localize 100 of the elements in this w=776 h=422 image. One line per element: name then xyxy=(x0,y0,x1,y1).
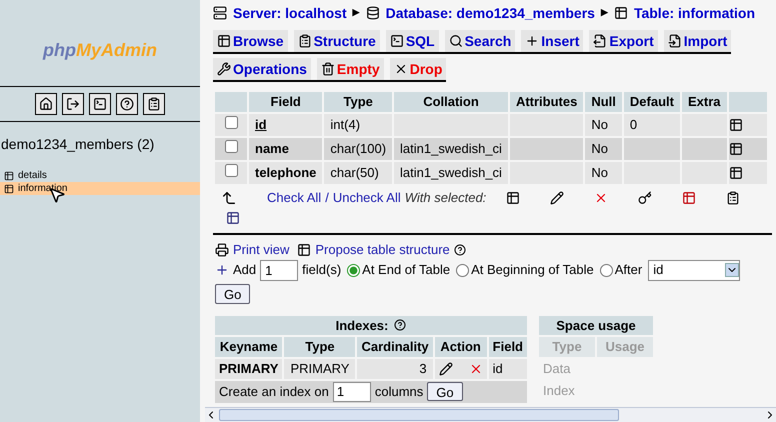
tab[interactable]: Operations xyxy=(213,58,311,80)
column-header: Usage xyxy=(597,337,653,356)
add-label: Add xyxy=(233,261,256,280)
field-count-input[interactable]: 1 xyxy=(260,260,298,280)
tab[interactable]: Structure xyxy=(294,30,380,52)
edit-icon xyxy=(550,191,564,205)
breadcrumb-link[interactable]: Table: information xyxy=(634,2,756,24)
position-radio[interactable] xyxy=(600,264,613,276)
help-icon xyxy=(454,244,466,256)
help-icon[interactable] xyxy=(116,93,138,115)
database-icon xyxy=(366,6,380,20)
tab[interactable]: Drop xyxy=(390,58,446,80)
table-cell-text: char(50) xyxy=(329,164,380,182)
dropdown-icon xyxy=(725,263,740,277)
check-all-link[interactable]: Check All xyxy=(267,188,322,208)
column-header: Default xyxy=(624,92,680,112)
home-icon[interactable] xyxy=(35,93,57,115)
tab[interactable]: SQL xyxy=(386,30,439,52)
row-checkbox[interactable] xyxy=(224,164,238,178)
column-header: Extra xyxy=(682,92,726,112)
table-cell-text: 0 xyxy=(628,116,638,134)
table-cell-text: latin1_swedish_ci xyxy=(399,140,503,158)
with-selected-label: With selected: xyxy=(404,189,486,208)
table-cell-text: 3 xyxy=(418,360,428,378)
tab[interactable]: Import xyxy=(664,30,732,52)
table-link[interactable]: information xyxy=(0,182,200,195)
column-header: Attributes xyxy=(510,92,584,112)
horizontal-scrollbar[interactable] xyxy=(205,407,776,422)
table-cell-text: PRIMARY xyxy=(218,360,280,378)
fields-unit-label: field(s) xyxy=(302,261,342,280)
table-icon xyxy=(4,184,14,194)
browse-icon xyxy=(728,142,742,156)
radio-label: At Beginning of Table xyxy=(471,261,594,280)
after-field-select[interactable]: id xyxy=(648,260,740,280)
go-button[interactable]: Go xyxy=(427,382,463,401)
exit-icon[interactable] xyxy=(62,93,84,115)
tab[interactable]: Search xyxy=(444,30,516,52)
table-cell-text: telephone xyxy=(254,164,318,182)
radio-label: After xyxy=(614,261,642,280)
table-cell-text: No xyxy=(590,140,609,158)
breadcrumb-link[interactable]: Server: localhost xyxy=(233,2,347,24)
tab[interactable]: Empty xyxy=(316,58,384,80)
query-window-icon[interactable] xyxy=(89,93,111,115)
edit-icon xyxy=(438,362,453,376)
table-icon xyxy=(4,170,14,180)
column-header: Action xyxy=(434,337,487,356)
table-cell-text: id xyxy=(254,116,268,134)
column-header: Type xyxy=(324,92,392,112)
table-cell-text: PRIMARY xyxy=(289,360,350,378)
propose-structure-link[interactable]: Propose table structure xyxy=(315,240,450,260)
position-radio[interactable] xyxy=(456,264,470,276)
columns-label: columns xyxy=(374,382,424,401)
table-link[interactable]: details xyxy=(0,169,200,182)
table-icon xyxy=(614,6,628,20)
column-header: Type xyxy=(284,337,356,356)
browse-icon xyxy=(217,34,231,48)
table-cell-text: id xyxy=(492,360,504,378)
table-icon xyxy=(297,242,312,257)
space-usage-title: Space usage xyxy=(539,316,653,335)
breadcrumb-arrow-icon: ▶ xyxy=(352,6,360,20)
table-cell-text: name xyxy=(254,140,290,158)
header-cell xyxy=(215,92,247,112)
column-header: Field xyxy=(488,337,527,356)
arrow-icon xyxy=(221,190,237,206)
browse-icon xyxy=(728,118,742,132)
column-count-input[interactable]: 1 xyxy=(332,382,371,402)
tab[interactable]: Export xyxy=(589,30,658,52)
column-header: Null xyxy=(585,92,622,112)
table-cell-text: No xyxy=(590,164,609,182)
column-header: Cardinality xyxy=(357,337,433,356)
row-checkbox[interactable] xyxy=(224,116,238,130)
column-header: Field xyxy=(249,92,322,112)
database-title: demo1234_members (2) xyxy=(1,135,156,154)
print-view-link[interactable]: Print view xyxy=(233,240,290,260)
help-icon xyxy=(394,319,406,332)
separator-text: / xyxy=(325,189,329,208)
breadcrumb-link[interactable]: Database: demo1234_members xyxy=(386,2,595,24)
table-cell-text: Data xyxy=(542,360,572,378)
create-index-label: Create an index on xyxy=(219,382,329,401)
position-radio[interactable] xyxy=(347,264,360,276)
row-checkbox[interactable] xyxy=(224,140,238,154)
breadcrumb-arrow-icon: ▶ xyxy=(600,6,608,20)
browse-icon xyxy=(728,166,742,180)
search-icon xyxy=(448,34,463,48)
uncheck-all-link[interactable]: Uncheck All xyxy=(332,188,401,208)
radio-label: At End of Table xyxy=(362,261,450,280)
logo-text-myadmin: MyAdmin xyxy=(76,39,157,62)
indexes-title: Indexes: xyxy=(336,316,388,334)
tab[interactable]: Browse xyxy=(213,30,288,52)
table-cell-text: Index xyxy=(542,382,576,400)
table-cell-text: int(4) xyxy=(329,116,362,134)
tab[interactable]: Insert xyxy=(521,30,584,52)
column-header: Keyname xyxy=(215,337,282,356)
table-cell-text: char(100) xyxy=(329,140,388,158)
scrollbar-thumb[interactable] xyxy=(219,409,619,421)
table-cell-text: No xyxy=(590,116,609,134)
logo-text-php: php xyxy=(43,39,76,62)
add-field-icon xyxy=(215,263,229,277)
browse-icon xyxy=(506,191,520,205)
go-button[interactable]: Go xyxy=(215,284,250,304)
